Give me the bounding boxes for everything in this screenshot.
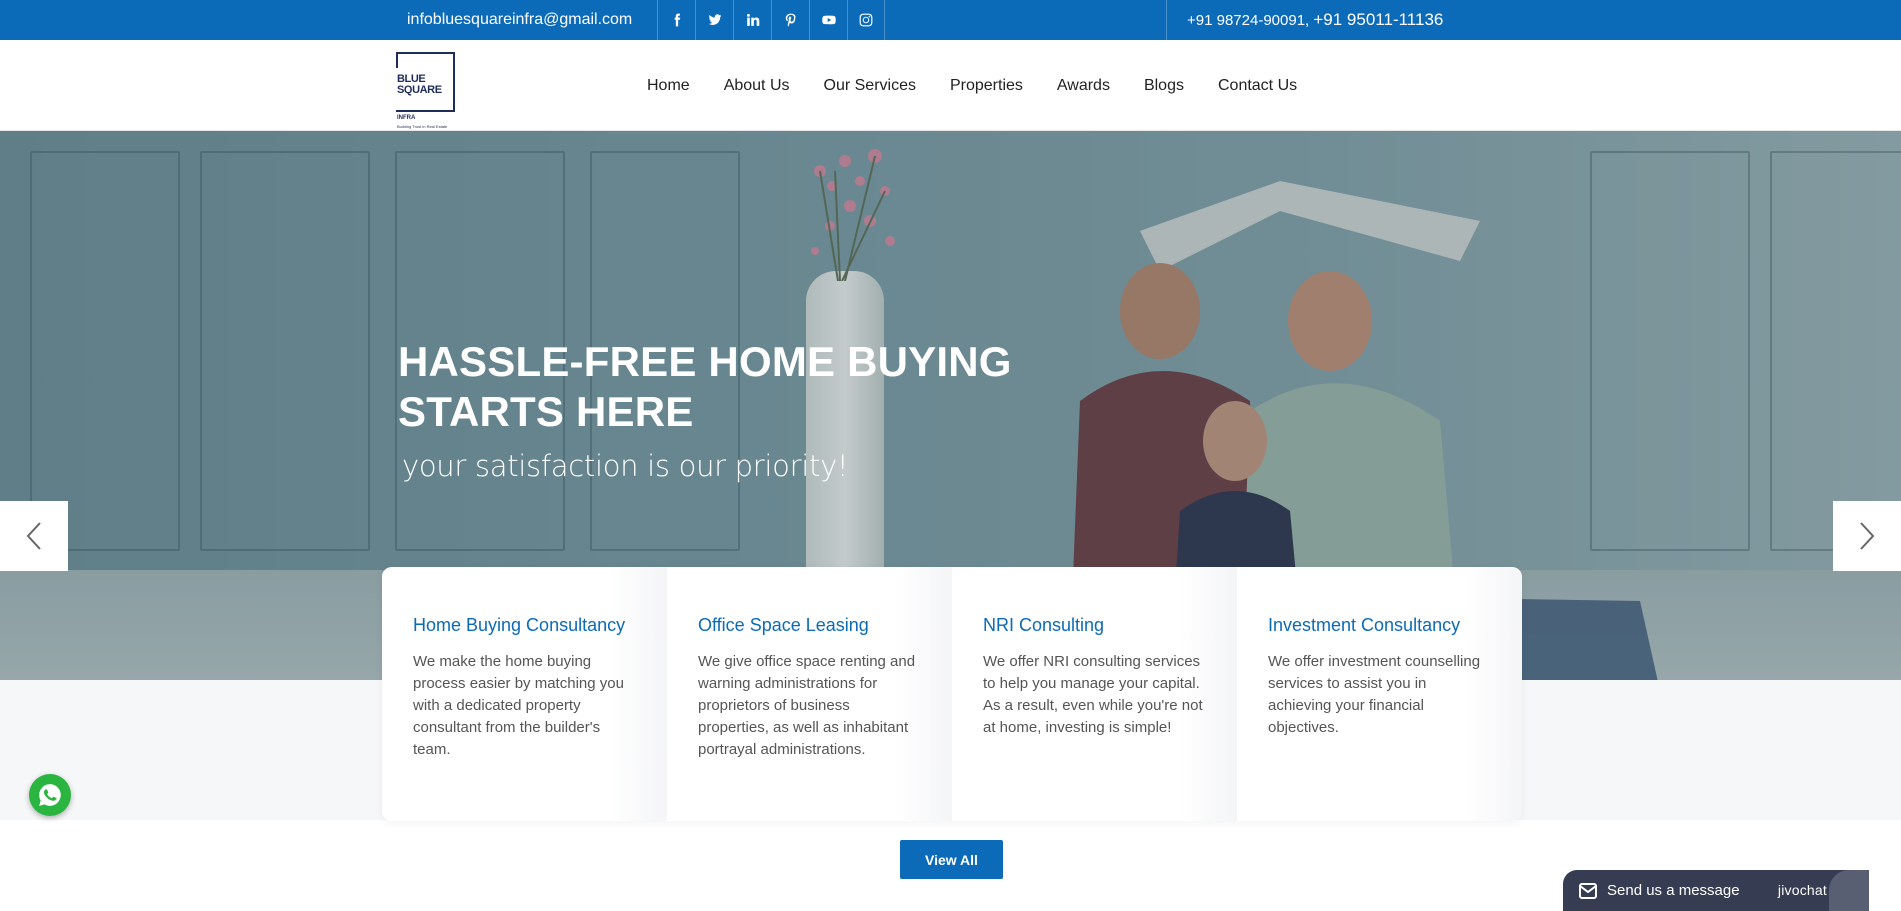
linkedin-icon[interactable] bbox=[733, 0, 771, 40]
service-description: We give office space renting and warning… bbox=[698, 653, 916, 758]
nav-about-us[interactable]: About Us bbox=[724, 77, 790, 95]
service-title[interactable]: Investment Consultancy bbox=[1268, 613, 1492, 638]
slider-prev-button[interactable] bbox=[0, 501, 68, 571]
logo-line-2: SQUARE bbox=[397, 84, 442, 96]
chat-brand: jivochat bbox=[1777, 882, 1827, 898]
nav-contact-us[interactable]: Contact Us bbox=[1218, 77, 1297, 95]
hero-title: HASSLE-FREE HOME BUYING STARTS HERE bbox=[398, 338, 1012, 435]
chat-widget[interactable]: Send us a message jivochat bbox=[1563, 870, 1869, 911]
nav-our-services[interactable]: Our Services bbox=[824, 77, 916, 95]
youtube-icon[interactable] bbox=[809, 0, 847, 40]
phone-1-link[interactable]: +91 98724-90091 bbox=[1187, 12, 1305, 29]
twitter-icon[interactable] bbox=[695, 0, 733, 40]
logo-tagline: Building Trust in Real Estate bbox=[397, 124, 448, 129]
instagram-icon[interactable] bbox=[847, 0, 885, 40]
chat-message-label: Send us a message bbox=[1607, 882, 1740, 899]
site-header: BLUE SQUARE INFRA Building Trust in Real… bbox=[0, 40, 1901, 131]
service-card-investment[interactable]: Investment Consultancy We offer investme… bbox=[1237, 567, 1522, 821]
nav-blogs[interactable]: Blogs bbox=[1144, 77, 1184, 95]
logo-wordmark: BLUE SQUARE bbox=[397, 74, 442, 96]
service-title[interactable]: NRI Consulting bbox=[983, 613, 1207, 638]
whatsapp-button[interactable] bbox=[29, 774, 71, 816]
whatsapp-icon bbox=[39, 784, 61, 806]
service-card-office-leasing[interactable]: Office Space Leasing We give office spac… bbox=[667, 567, 952, 821]
site-logo[interactable]: BLUE SQUARE INFRA Building Trust in Real… bbox=[396, 52, 455, 129]
nav-awards[interactable]: Awards bbox=[1057, 77, 1110, 95]
chat-avatar-corner bbox=[1829, 870, 1869, 911]
hero-subtitle: your satisfaction is our priority! bbox=[402, 449, 849, 483]
phone-numbers: +91 98724-90091, +91 95011-11136 bbox=[1166, 0, 1443, 40]
slider-next-button[interactable] bbox=[1833, 501, 1901, 571]
top-bar: infobluesquareinfra@gmail.com +91 98724-… bbox=[0, 0, 1901, 40]
chevron-right-icon bbox=[1860, 522, 1875, 550]
service-title[interactable]: Office Space Leasing bbox=[698, 613, 922, 638]
logo-line-3: INFRA bbox=[397, 115, 416, 121]
service-card-home-buying[interactable]: Home Buying Consultancy We make the home… bbox=[382, 567, 667, 821]
service-description: We make the home buying process easier b… bbox=[413, 653, 624, 758]
facebook-icon[interactable] bbox=[657, 0, 695, 40]
service-title[interactable]: Home Buying Consultancy bbox=[413, 613, 637, 638]
main-nav: Home About Us Our Services Properties Aw… bbox=[647, 40, 1331, 131]
pinterest-icon[interactable] bbox=[771, 0, 809, 40]
phone-2-link[interactable]: +91 95011-11136 bbox=[1313, 10, 1443, 29]
nav-properties[interactable]: Properties bbox=[950, 77, 1023, 95]
nav-home[interactable]: Home bbox=[647, 77, 690, 95]
service-description: We offer NRI consulting services to help… bbox=[983, 653, 1203, 736]
services-cards: Home Buying Consultancy We make the home… bbox=[382, 567, 1522, 821]
service-card-nri-consulting[interactable]: NRI Consulting We offer NRI consulting s… bbox=[952, 567, 1237, 821]
service-description: We offer investment counselling services… bbox=[1268, 653, 1481, 736]
mail-icon bbox=[1579, 882, 1597, 899]
social-links bbox=[657, 0, 885, 40]
chevron-left-icon bbox=[26, 522, 41, 550]
email-link[interactable]: infobluesquareinfra@gmail.com bbox=[407, 0, 632, 40]
view-all-button[interactable]: View All bbox=[900, 840, 1003, 879]
